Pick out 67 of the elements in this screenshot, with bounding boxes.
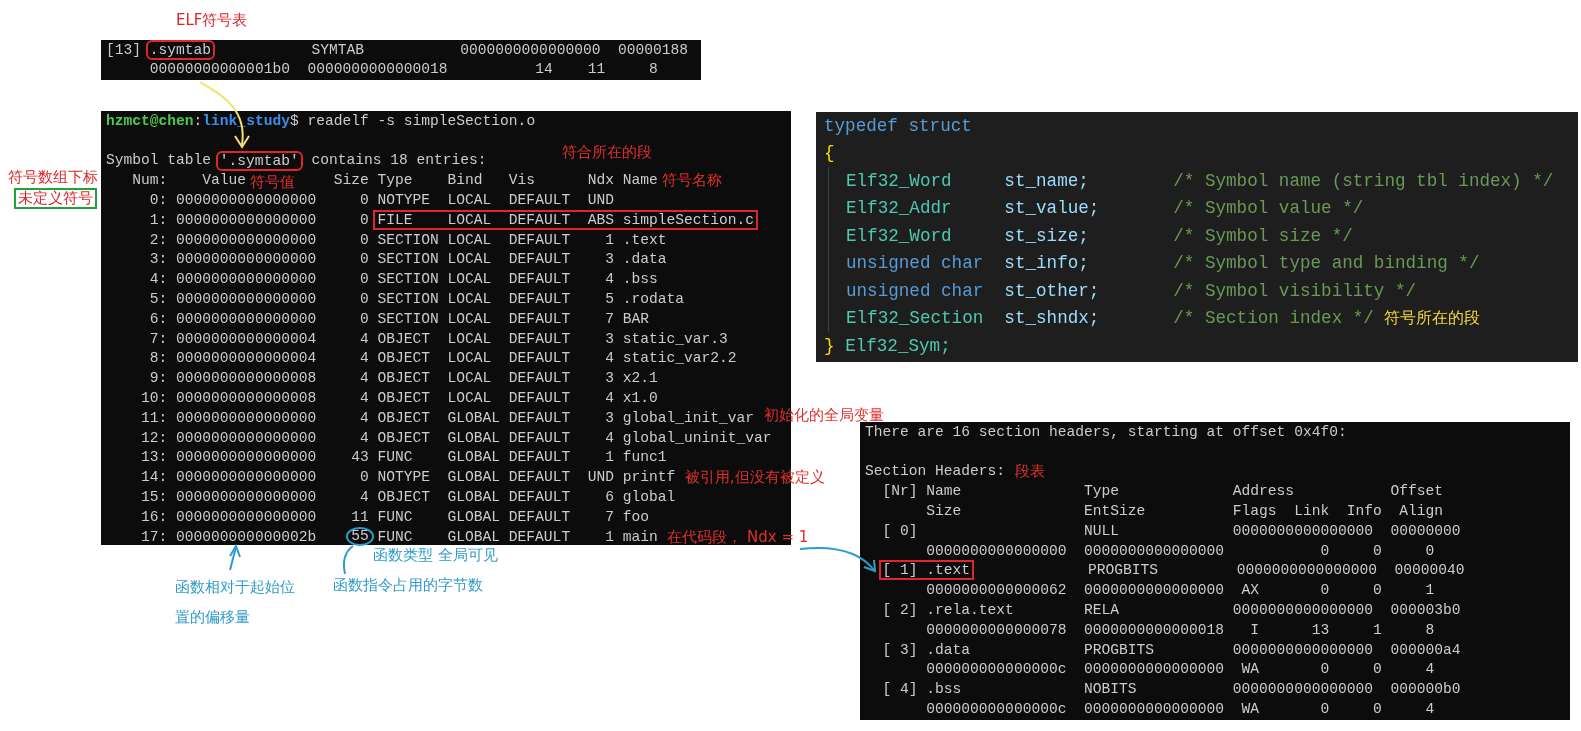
symbol-row-text: 16: 0000000000000000 11 FUNC GLOBAL DEFAULT 7 foo xyxy=(140,507,649,526)
terminal-line: Section Headers: xyxy=(865,462,1006,481)
highlighted-text: .symtab xyxy=(145,39,216,60)
section-row-text: [Nr] Name Type Address Offset xyxy=(881,482,1443,501)
symbol-row-text: 0: 0000000000000000 0 NOTYPE LOCAL DEFAULT UND xyxy=(148,191,614,210)
section-row-text: 0000000000000000 0000000000000000 0 0 0 xyxy=(925,541,1435,560)
symbol-row-text: 2: 0000000000000000 0 SECTION LOCAL DEFAULT 1 .text xyxy=(148,230,667,249)
annotation-label: 符号所在的段 xyxy=(1383,307,1480,329)
section-row-text: Size EntSize Flags Link Info Align xyxy=(925,502,1443,521)
terminal-text: contains 18 entries: xyxy=(311,151,487,170)
symbol-row-text: 7: 0000000000000004 4 OBJECT LOCAL DEFAULT 3 static_var.3 xyxy=(148,329,728,348)
symbol-row-text: 10: 0000000000000008 4 OBJECT LOCAL DEFAULT 4 x1.0 xyxy=(140,389,658,408)
symbol-row-text: 15: 0000000000000000 4 OBJECT GLOBAL DEFAULT 6 global xyxy=(140,488,676,507)
terminal-line: 00000000000001b0 0000000000000018 14 11 8 xyxy=(148,59,658,78)
code-line: { xyxy=(824,142,835,165)
circled-text: 55 xyxy=(346,527,374,547)
highlighted-text: [ 1] .text xyxy=(878,560,975,581)
section-row-text: 000000000000000c 0000000000000000 WA 0 0 4 xyxy=(925,660,1435,679)
code-line: Elf32_Word st_name; /* Symbol name (string tbl index) */ xyxy=(846,169,1554,192)
symbol-row-text: 1: 0000000000000000 0 xyxy=(148,210,369,229)
symbol-row-text: 11: 0000000000000000 4 OBJECT GLOBAL DEFAULT 3 global_init_var xyxy=(140,408,755,427)
section-row-text: [ 2] .rela.text RELA 0000000000000000 000003b0 xyxy=(881,601,1461,620)
terminal-text: [13] xyxy=(106,40,142,59)
section-row: PROGBITS 0000000000000000 00000040 xyxy=(1087,561,1465,580)
code-line: } Elf32_Sym; xyxy=(824,334,951,357)
symbol-row-text: 14: 0000000000000000 0 NOTYPE GLOBAL DEFAULT UND printf xyxy=(140,468,676,487)
annotation-label: 段表 xyxy=(1014,462,1045,481)
section-row-text: [ 4] .bss NOBITS 0000000000000000 000000b0 xyxy=(881,680,1461,699)
annotation-label: 函数指令占用的字节数 xyxy=(333,576,483,595)
code-line: Elf32_Section st_shndx; /* Section index */ xyxy=(846,307,1374,330)
pointer-arrow xyxy=(229,543,241,571)
section-row-text: 0000000000000078 0000000000000018 I 13 1 8 xyxy=(925,620,1435,639)
annotation-label: 函数相对于起始位置的偏移量 xyxy=(175,577,296,628)
annotation-label: 函数类型 全局可见 xyxy=(373,546,498,565)
section-row-text: [ 0] NULL 0000000000000000 00000000 xyxy=(881,521,1461,540)
annotation-label: 符号数组下标 xyxy=(8,168,98,187)
symbol-row-text: 4: 0000000000000000 0 SECTION LOCAL DEFAULT 4 .bss xyxy=(148,270,658,289)
symbol-row-text: 9: 0000000000000008 4 OBJECT LOCAL DEFAULT 3 x2.1 xyxy=(148,369,658,388)
annotation-label: 未定义符号 xyxy=(14,188,97,209)
section-row-text: 000000000000000c 0000000000000000 WA 0 0 4 xyxy=(925,700,1435,719)
section-row-text: 0000000000000062 0000000000000000 AX 0 0 1 xyxy=(925,581,1435,600)
code-line: typedef struct xyxy=(824,114,972,137)
symbol-row-text: 8: 0000000000000004 4 OBJECT LOCAL DEFAULT 4 static_var2.2 xyxy=(148,349,737,368)
code-line: unsigned char st_info; /* Symbol type and binding */ xyxy=(846,252,1480,275)
annotation-label: 符合所在的段 xyxy=(561,143,652,162)
code-line: Elf32_Word st_size; /* Symbol size */ xyxy=(846,224,1353,247)
highlighted-text: '.symtab' xyxy=(215,150,303,171)
annotation-label: ELF符号表 xyxy=(176,11,248,30)
column-headers: Size Type Bind Vis Ndx Name xyxy=(333,171,658,190)
terminal-line: There are 16 section headers, starting at offset 0x4f0: xyxy=(865,422,1347,441)
symbol-row: FUNC GLOBAL DEFAULT 1 main xyxy=(377,527,658,546)
symbol-row-text: 12: 0000000000000000 4 OBJECT GLOBAL DEFAULT 4 global_uninit_var xyxy=(140,428,772,447)
section-row-text: [ 3] .data PROGBITS 0000000000000000 000000a4 xyxy=(881,640,1461,659)
code-line: Elf32_Addr st_value; /* Symbol value */ xyxy=(846,197,1364,220)
terminal-text: SYMTAB 0000000000000000 00000188 xyxy=(311,40,688,59)
leader-line xyxy=(343,545,354,575)
symbol-row-text: 3: 0000000000000000 0 SECTION LOCAL DEFAULT 3 .data xyxy=(148,250,667,269)
code-line: unsigned char st_other; /* Symbol visibility */ xyxy=(846,279,1417,302)
annotation-label: 符号名称 xyxy=(661,171,722,190)
annotation-label: 符号值 xyxy=(250,173,296,192)
symbol-row-text: 5: 0000000000000000 0 SECTION LOCAL DEFAULT 5 .rodata xyxy=(148,290,684,309)
terminal-text: Symbol table xyxy=(106,151,212,170)
highlighted-text: FILE LOCAL DEFAULT ABS simpleSection.c xyxy=(373,209,759,230)
symbol-row-text: 13: 0000000000000000 43 FUNC GLOBAL DEFAULT 1 func1 xyxy=(140,448,667,467)
column-headers: Num: Value xyxy=(131,171,247,190)
symbol-row-text: 6: 0000000000000000 0 SECTION LOCAL DEFAULT 7 BAR xyxy=(148,309,649,328)
symbol-row-text: 17: 000000000000002b xyxy=(140,527,317,546)
